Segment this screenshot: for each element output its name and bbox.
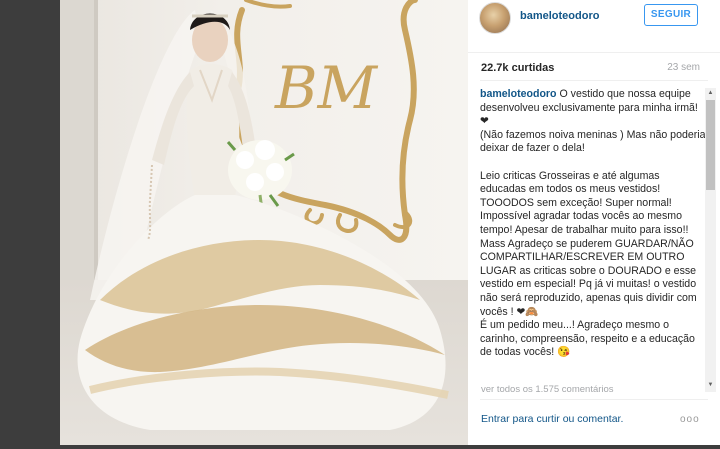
avatar[interactable] bbox=[479, 2, 511, 34]
author-username[interactable]: bameloteodoro bbox=[520, 10, 599, 22]
follow-button[interactable]: SEGUIR bbox=[644, 4, 698, 26]
likes-count[interactable]: 22.7k curtidas bbox=[481, 62, 554, 74]
scroll-up-arrow-icon[interactable]: ▲ bbox=[705, 88, 716, 98]
post-panel: bameloteodoro SEGUIR 22.7k curtidas 23 s… bbox=[468, 0, 720, 445]
caption-area[interactable]: bameloteodoro O vestido que nossa equipe… bbox=[480, 88, 706, 392]
caption-text: O vestido que nossa equipe desenvolveu e… bbox=[480, 88, 706, 359]
post-header: bameloteodoro SEGUIR bbox=[468, 0, 720, 53]
view-all-comments-link[interactable]: ver todos os 1.575 comentários bbox=[481, 384, 614, 395]
bride-illustration: BM bbox=[60, 0, 449, 430]
caption-scrollbar[interactable]: ▲ ▼ bbox=[705, 88, 716, 392]
scroll-thumb[interactable] bbox=[706, 100, 715, 190]
caption: bameloteodoro O vestido que nossa equipe… bbox=[480, 88, 706, 360]
footer-divider bbox=[480, 399, 708, 400]
caption-username[interactable]: bameloteodoro bbox=[480, 88, 557, 100]
scroll-down-arrow-icon[interactable]: ▼ bbox=[705, 380, 716, 390]
door-frame bbox=[60, 0, 94, 280]
login-to-like-link[interactable]: Entrar para curtir ou comentar. bbox=[481, 413, 623, 425]
post-photo[interactable]: BM bbox=[60, 0, 468, 445]
bm-monogram: BM bbox=[274, 54, 379, 122]
post-time[interactable]: 23 sem bbox=[667, 62, 700, 73]
divider bbox=[480, 80, 708, 81]
more-options-icon[interactable]: ooo bbox=[680, 414, 700, 425]
